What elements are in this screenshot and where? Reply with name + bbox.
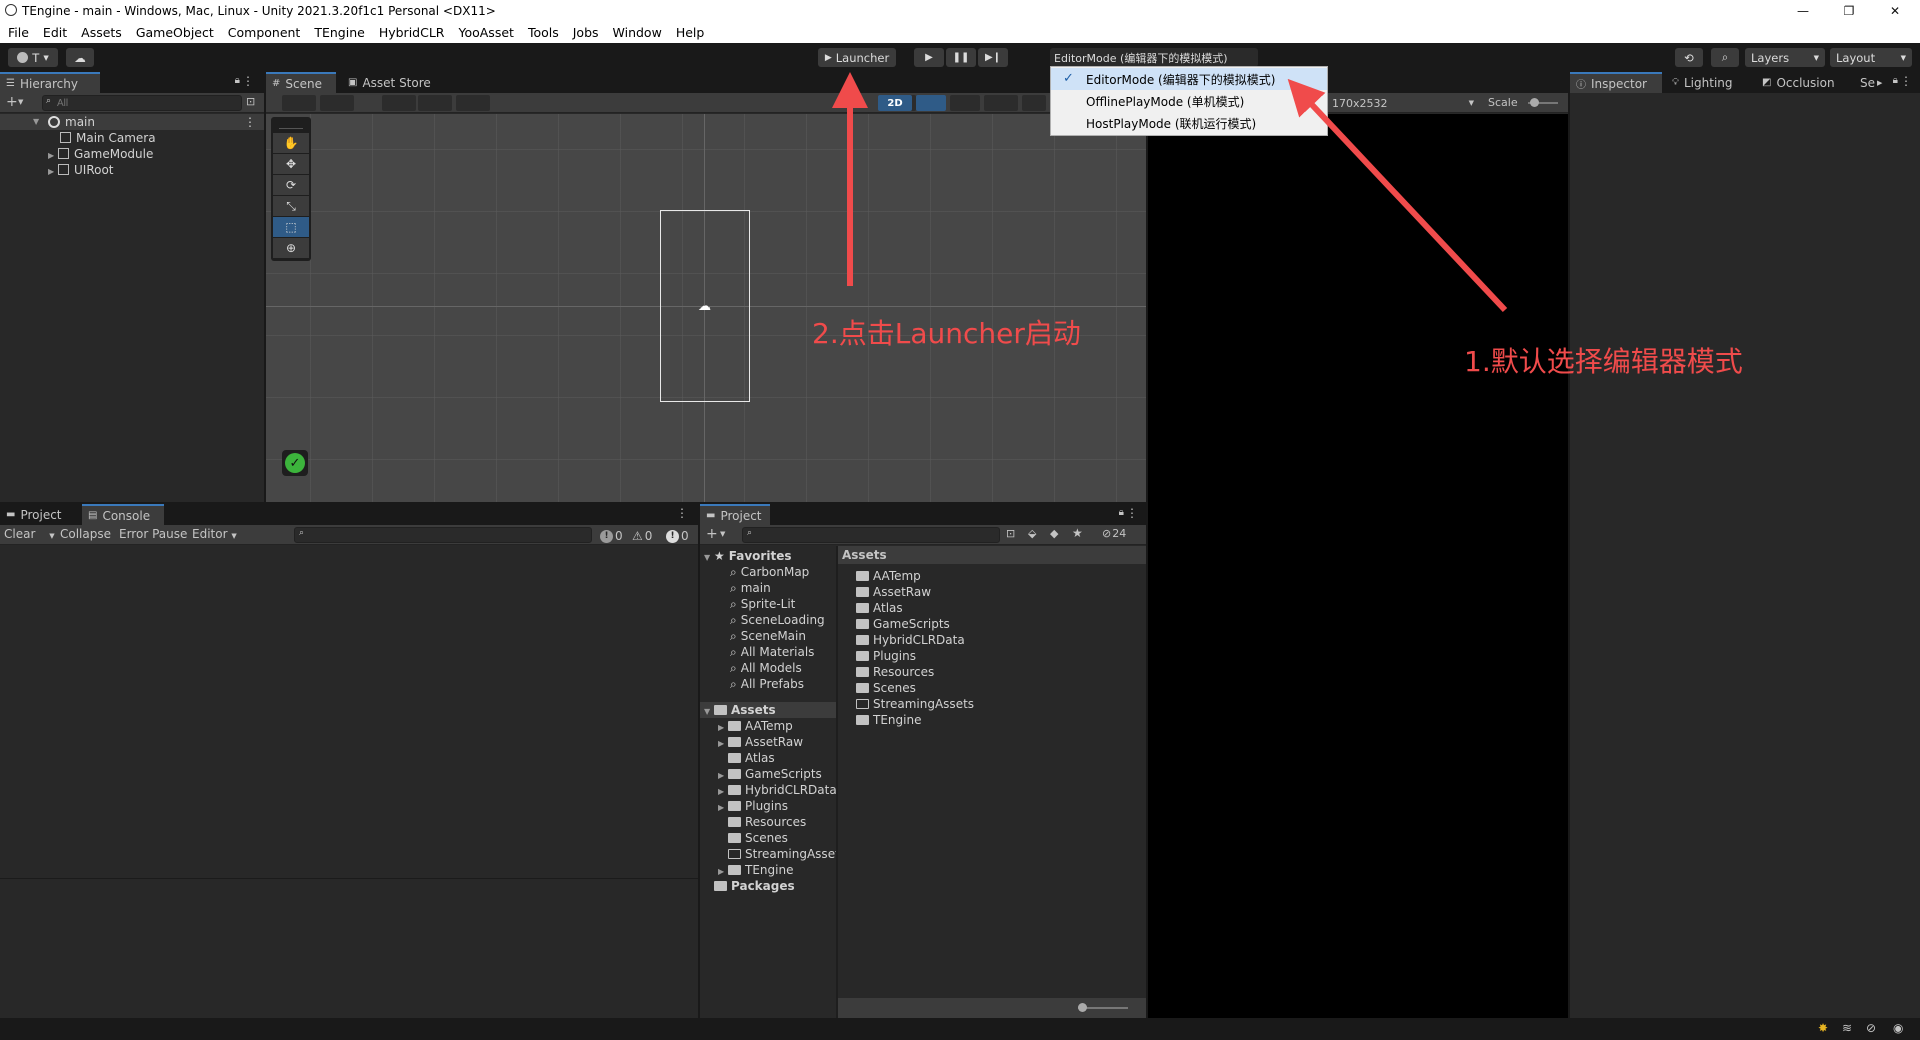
annotation-step-1: 1.默认选择编辑器模式 <box>1464 345 1743 378</box>
annotation-step-2: 2.点击Launcher启动 <box>812 317 1081 350</box>
annotation-arrows <box>832 72 1508 313</box>
arrow-to-editor-mode <box>1287 78 1508 313</box>
